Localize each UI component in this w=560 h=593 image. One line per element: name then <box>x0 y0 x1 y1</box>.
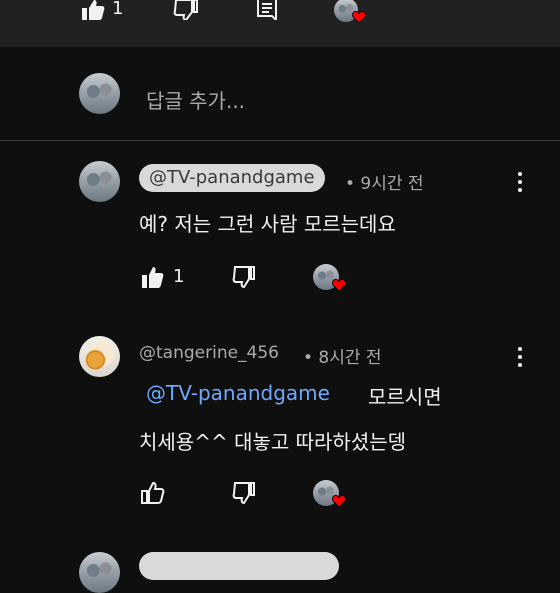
parent-comment-action-bar: 1 <box>0 0 560 47</box>
avatar[interactable] <box>79 161 120 202</box>
dislike-icon[interactable] <box>232 266 256 288</box>
add-reply-input[interactable]: 답글 추가... <box>146 85 245 114</box>
heart-icon <box>332 494 346 508</box>
more-options-icon[interactable] <box>518 347 522 367</box>
comment-text: 모르시면 <box>368 385 442 409</box>
comment-time: • 9시간 전 <box>345 174 424 194</box>
heart-icon <box>332 278 346 292</box>
author-handle[interactable]: @tangerine_456 <box>139 343 279 363</box>
comment-text-line2: 치세용^^ 대놓고 따라하셨는뎅 <box>139 430 407 454</box>
comment-text: 예? 저는 그런 사람 모르는데요 <box>139 212 396 236</box>
comment-time: • 8시간 전 <box>303 348 382 368</box>
heart-icon <box>352 10 366 24</box>
like-count: 1 <box>173 266 185 287</box>
like-filled-icon[interactable] <box>80 0 106 20</box>
avatar[interactable] <box>79 336 120 377</box>
like-icon[interactable] <box>141 482 165 504</box>
dislike-icon[interactable] <box>232 482 256 504</box>
mention-link[interactable]: @TV-panandgame <box>146 381 330 405</box>
reply-icon[interactable] <box>256 0 278 20</box>
author-handle-chip[interactable] <box>139 552 339 580</box>
divider <box>0 140 560 141</box>
more-options-icon[interactable] <box>518 172 522 192</box>
author-handle[interactable]: @TV-panandgame <box>139 164 325 192</box>
dislike-icon[interactable] <box>172 0 198 20</box>
user-avatar <box>79 73 120 114</box>
like-filled-icon[interactable] <box>141 266 165 288</box>
like-count: 1 <box>112 0 124 19</box>
avatar[interactable] <box>79 552 120 593</box>
